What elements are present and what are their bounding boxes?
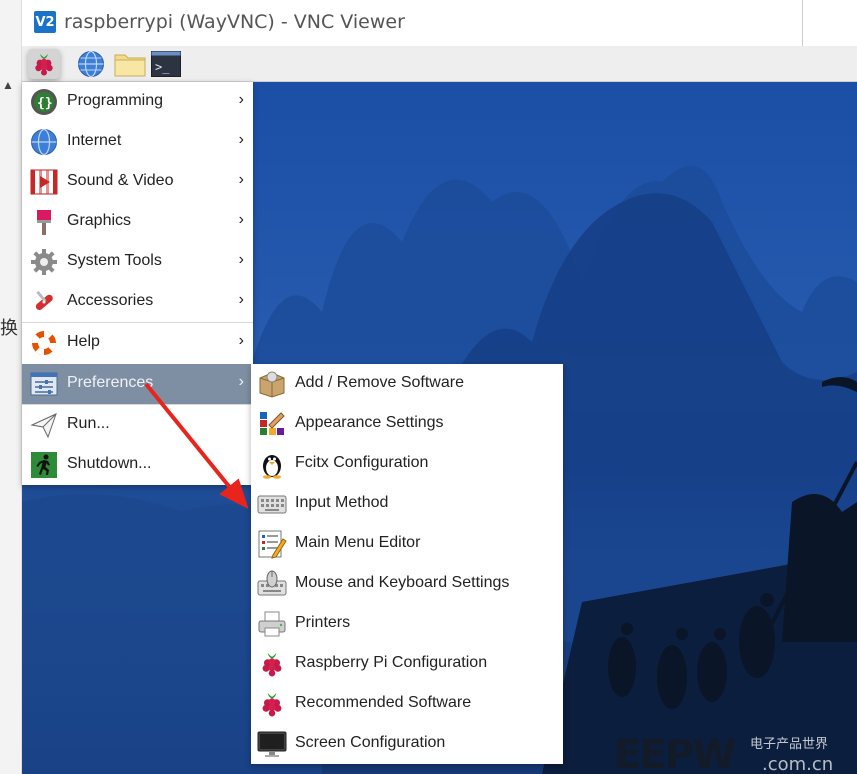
svg-text:>_: >_ [155,60,170,74]
menu-item-label: Run... [67,415,110,432]
monitor-icon [257,729,287,759]
menu-item-programming[interactable]: {} Programming › [22,82,253,122]
watermark-domain: .com.cn [762,754,833,774]
host-window-edge: ▲ 换 [0,0,22,774]
eepw-watermark: EEPW 电子产品世界 .com.cn [612,728,857,774]
submenu-item-label: Add / Remove Software [295,374,464,391]
menu-item-label: Accessories [67,292,154,309]
watermark-cn: 电子产品世界 [750,737,828,752]
swiss-knife-icon [29,287,59,317]
submenu-item-fcitx-configuration[interactable]: Fcitx Configuration [251,444,563,484]
submenu-item-label: Screen Configuration [295,734,446,751]
paintbrush-icon [29,207,59,237]
menu-item-label: Internet [67,132,122,149]
vnc-logo-icon: V2 [34,11,56,33]
caret-up-icon: ▲ [2,78,14,92]
globe-icon [29,127,59,157]
submenu-item-add-remove-software[interactable]: Add / Remove Software [251,364,563,404]
application-menu: {} Programming › Internet › Sound & Vide… [22,82,253,485]
menu-editor-icon [257,529,287,559]
submenu-item-input-method[interactable]: Input Method [251,484,563,524]
menu-item-shutdown[interactable]: Shutdown... [22,445,253,485]
submenu-item-mouse-keyboard-settings[interactable]: Mouse and Keyboard Settings [251,564,563,604]
menu-item-accessories[interactable]: Accessories › [22,282,253,322]
host-cjk-glyph: 换 [0,318,18,339]
submenu-item-label: Raspberry Pi Configuration [295,654,488,671]
web-browser-button[interactable] [75,49,107,79]
menu-item-label: Programming [67,92,164,109]
submenu-item-label: Input Method [295,494,389,511]
submenu-item-main-menu-editor[interactable]: Main Menu Editor [251,524,563,564]
terminal-button[interactable]: >_ [150,49,182,79]
chevron-right-icon: › [238,332,244,349]
exit-icon [29,450,59,480]
menu-item-label: Shutdown... [67,455,152,472]
menu-item-label: System Tools [67,252,162,269]
mouse-keyboard-icon [257,569,287,599]
submenu-item-label: Mouse and Keyboard Settings [295,574,510,591]
submenu-item-label: Fcitx Configuration [295,454,429,471]
menu-item-help[interactable]: Help › [22,323,253,363]
chevron-right-icon: › [238,211,244,228]
menu-item-system-tools[interactable]: System Tools › [22,242,253,282]
gear-icon [29,247,59,277]
chevron-right-icon: › [238,131,244,148]
video-icon [29,167,59,197]
globe-icon [78,50,104,78]
menu-item-label: Sound & Video [67,172,174,189]
keyboard-icon [257,489,287,519]
programming-icon: {} [29,87,59,117]
raspberry-menu-button[interactable] [28,49,60,79]
menu-item-preferences[interactable]: Preferences › [22,364,253,404]
menu-item-label: Graphics [67,212,132,229]
svg-text:{}: {} [37,96,53,111]
terminal-icon: >_ [151,51,181,77]
submenu-item-label: Main Menu Editor [295,534,421,551]
submenu-item-raspberry-pi-configuration[interactable]: Raspberry Pi Configuration [251,644,563,684]
palette-icon [257,409,287,439]
submenu-item-appearance-settings[interactable]: Appearance Settings [251,404,563,444]
preferences-submenu: Add / Remove Software Appearance Setting… [251,364,563,764]
paper-plane-icon [29,410,59,440]
toolbar-handle[interactable] [802,0,857,50]
raspberry-icon [35,54,53,76]
menu-item-sound-video[interactable]: Sound & Video › [22,162,253,202]
chevron-right-icon: › [238,251,244,268]
menu-item-label: Help [67,333,100,350]
submenu-item-printers[interactable]: Printers [251,604,563,644]
window-title: raspberrypi (WayVNC) - VNC Viewer [64,11,405,33]
raspberry-icon [257,689,287,719]
printer-icon [257,609,287,639]
chevron-right-icon: › [238,91,244,108]
menu-item-run[interactable]: Run... [22,405,253,445]
penguin-icon [257,449,287,479]
chevron-right-icon: › [238,171,244,188]
submenu-item-label: Recommended Software [295,694,472,711]
submenu-item-screen-configuration[interactable]: Screen Configuration [251,724,563,764]
lifebuoy-icon [29,328,59,358]
package-icon [257,369,287,399]
submenu-item-recommended-software[interactable]: Recommended Software [251,684,563,724]
preferences-icon [29,369,59,399]
menu-item-internet[interactable]: Internet › [22,122,253,162]
menu-item-graphics[interactable]: Graphics › [22,202,253,242]
raspberry-icon [257,649,287,679]
chevron-right-icon: › [238,291,244,308]
submenu-item-label: Printers [295,614,351,631]
watermark-brand: EEPW [614,732,735,774]
file-manager-button[interactable] [114,49,146,79]
chevron-right-icon: › [238,373,244,390]
vnc-title-bar: V2 raspberrypi (WayVNC) - VNC Viewer [22,0,857,46]
submenu-item-label: Appearance Settings [295,414,444,431]
menu-item-label: Preferences [67,374,154,391]
raspberry-pi-taskbar: >_ [22,46,857,82]
folder-icon [114,54,146,77]
